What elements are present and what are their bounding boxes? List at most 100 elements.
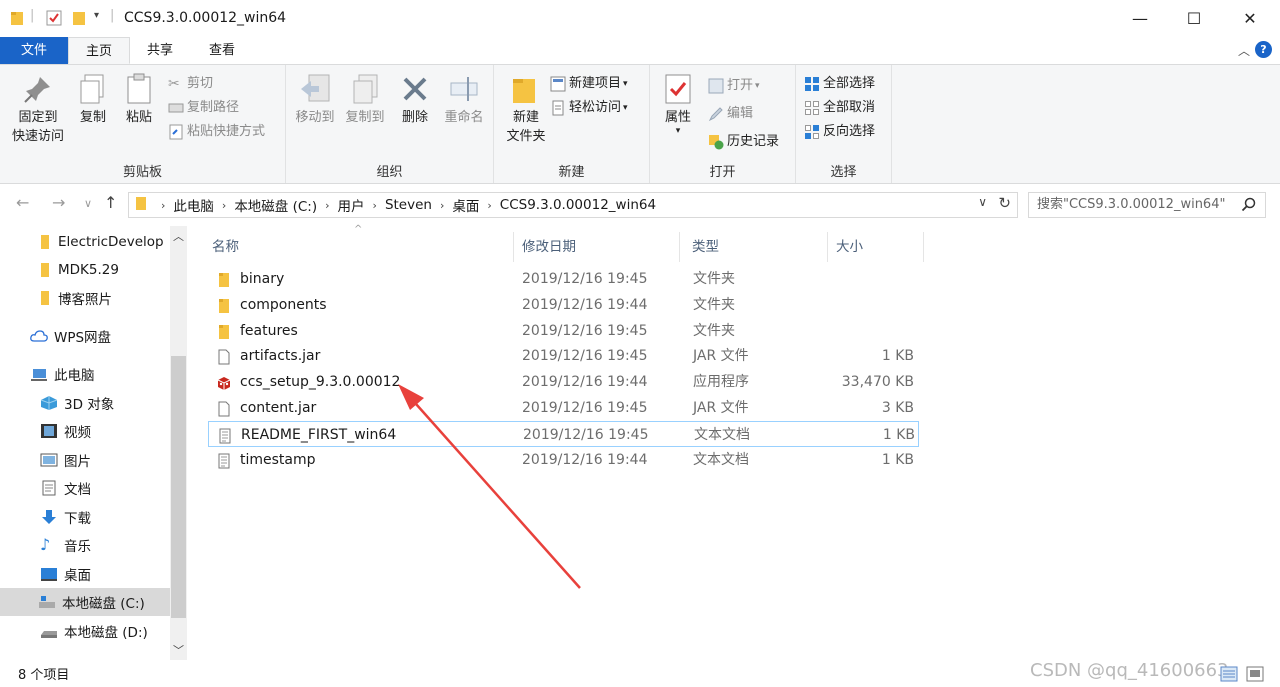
file-row[interactable]: components 2019/12/16 19:44 文件夹 [208,292,919,318]
new-folder-quick-icon[interactable] [72,10,86,30]
breadcrumb-chevron-icon[interactable]: › [440,199,444,212]
file-row[interactable]: README_FIRST_win64 2019/12/16 19:45 文本文档 1 … [208,420,919,447]
nav-item-3d-objects[interactable]: 3D 对象 [40,389,170,417]
up-arrow-icon[interactable]: ↑ [104,193,117,212]
new-folder-button[interactable]: 新建 文件夹 [498,73,554,146]
nav-scrollbar-thumb[interactable] [171,356,186,618]
nav-item-this-pc[interactable]: 此电脑 [30,360,170,388]
column-header-size[interactable]: 大小 [824,232,924,262]
nav-item-desktop[interactable]: 桌面 [40,560,170,588]
search-icon[interactable] [1241,197,1257,222]
select-group-label: 选择 [830,165,857,180]
address-bar[interactable]: › 此电脑 › 本地磁盘 (C:) › 用户 › Steven › 桌面 › C… [128,192,1018,218]
column-header-date[interactable]: 修改日期 [510,232,680,262]
copy-button[interactable]: 复制 [72,73,114,127]
details-view-icon[interactable] [1220,666,1238,686]
column-header-type[interactable]: 类型 [680,232,828,262]
address-dropdown-chevron-icon[interactable]: ∨ [978,195,987,209]
file-row[interactable]: content.jar 2019/12/16 19:45 JAR 文件 3 KB [208,395,919,421]
nav-item-videos[interactable]: 视频 [40,417,170,445]
help-icon[interactable]: ? [1255,41,1272,58]
copy-to-button[interactable]: 复制到 [340,73,390,127]
new-item-button[interactable]: 新建项目 ▾ [550,73,628,95]
collapse-ribbon-icon[interactable]: ︿ [1238,42,1250,59]
open-button[interactable]: 打开 ▾ [708,75,760,97]
properties-quick-icon[interactable] [46,10,62,30]
nav-item-blog-photos[interactable]: 博客照片 [40,284,170,312]
scroll-down-icon[interactable]: ﹀ [173,642,184,658]
breadcrumb-chevron-icon[interactable]: › [487,199,491,212]
tab-file[interactable]: 文件 [0,37,68,64]
nav-item-wps-cloud[interactable]: WPS网盘 [30,322,170,350]
breadcrumb-current-folder[interactable]: CCS9.3.0.00012_win64 [500,197,656,213]
file-size: 1 KB [882,426,915,443]
file-name: artifacts.jar [240,348,321,365]
file-row[interactable]: binary 2019/12/16 19:45 文件夹 [208,266,919,292]
nav-item-documents[interactable]: 文档 [40,474,170,502]
minimize-button[interactable]: — [1112,0,1168,36]
file-name: README_FIRST_win64 [241,426,397,443]
nav-item-label: 3D 对象 [64,397,115,413]
history-button[interactable]: 历史记录 [708,131,779,153]
download-icon [40,509,58,525]
nav-item-pictures[interactable]: 图片 [40,446,170,474]
back-arrow-icon[interactable]: ← [16,193,29,212]
breadcrumb-steven[interactable]: Steven [385,197,432,213]
cut-button[interactable]: ✂ 剪切 [168,73,213,95]
tab-home[interactable]: 主页 [68,37,130,64]
breadcrumb-drive-c[interactable]: 本地磁盘 (C:) [234,195,317,215]
file-row[interactable]: features 2019/12/16 19:45 文件夹 [208,318,919,344]
file-row[interactable]: timestamp 2019/12/16 19:44 文本文档 1 KB [208,447,919,473]
paste-shortcut-button[interactable]: 粘贴快捷方式 [168,121,265,143]
file-type: 文本文档 [693,451,749,468]
pin-quick-access-button[interactable]: 固定到 快速访问 [6,73,70,146]
recent-locations-chevron-icon[interactable]: ∨ [84,197,92,210]
nav-item-downloads[interactable]: 下载 [40,503,170,531]
breadcrumb-chevron-icon[interactable]: › [222,199,226,212]
music-icon: ♪ [40,535,51,554]
nav-item-music[interactable]: ♪ 音乐 [40,531,170,559]
edit-button[interactable]: 编辑 [708,103,753,125]
tab-view[interactable]: 查看 [192,37,252,64]
folder-icon [135,196,147,215]
new-item-dropdown-icon: ▾ [623,79,628,89]
breadcrumb-this-pc[interactable]: 此电脑 [173,195,214,215]
select-none-button[interactable]: 全部取消 [804,97,875,119]
delete-button[interactable]: 删除 [394,73,436,127]
file-size [808,292,914,318]
breadcrumb-chevron-icon[interactable]: › [161,199,165,212]
rename-button[interactable]: 重命名 [438,73,490,127]
tab-share[interactable]: 共享 [132,37,188,64]
breadcrumb-desktop[interactable]: 桌面 [452,195,479,215]
file-name: content.jar [240,400,317,416]
watermark: CSDN @qq_41600663 [1030,660,1229,681]
select-all-label: 全部选择 [823,76,876,91]
refresh-icon[interactable]: ↻ [998,194,1011,212]
properties-button[interactable]: 属性 ▾ [656,73,700,136]
large-icons-view-icon[interactable] [1246,666,1264,686]
select-all-button[interactable]: 全部选择 [804,73,875,95]
nav-item-mdk[interactable]: MDK5.29 [40,256,170,284]
easy-access-button[interactable]: 轻松访问 ▾ [550,97,628,119]
move-to-button[interactable]: 移动到 [290,73,340,127]
paste-button[interactable]: 粘贴 [118,73,160,127]
file-row[interactable]: artifacts.jar 2019/12/16 19:45 JAR 文件 1 KB [208,343,919,369]
nav-item-drive-c[interactable]: 本地磁盘 (C:) [0,588,170,616]
column-header-name[interactable]: 名称 [200,232,514,262]
close-button[interactable]: ✕ [1222,0,1278,36]
easy-access-dropdown-icon: ▾ [623,103,628,113]
breadcrumb-chevron-icon[interactable]: › [373,199,377,212]
breadcrumb-users[interactable]: 用户 [338,195,365,215]
search-input[interactable]: 搜索"CCS9.3.0.00012_win64" [1028,192,1266,218]
scroll-up-icon[interactable]: ︿ [173,228,184,244]
file-row[interactable]: ccs_setup_9.3.0.00012 2019/12/16 19:44 应用程… [208,369,919,395]
maximize-button[interactable]: ☐ [1166,0,1222,36]
customize-quick-access-icon[interactable]: ▾ [94,10,99,21]
invert-selection-button[interactable]: 反向选择 [804,121,875,143]
nav-scrollbar[interactable]: ︿ ﹀ [170,226,187,660]
forward-arrow-icon[interactable]: → [52,193,65,212]
nav-item-electricdevelop[interactable]: ElectricDevelop [40,228,170,256]
nav-item-drive-d[interactable]: 本地磁盘 (D:) [40,617,170,645]
breadcrumb-chevron-icon[interactable]: › [325,199,329,212]
copy-path-button[interactable]: 复制路径 [168,97,239,119]
